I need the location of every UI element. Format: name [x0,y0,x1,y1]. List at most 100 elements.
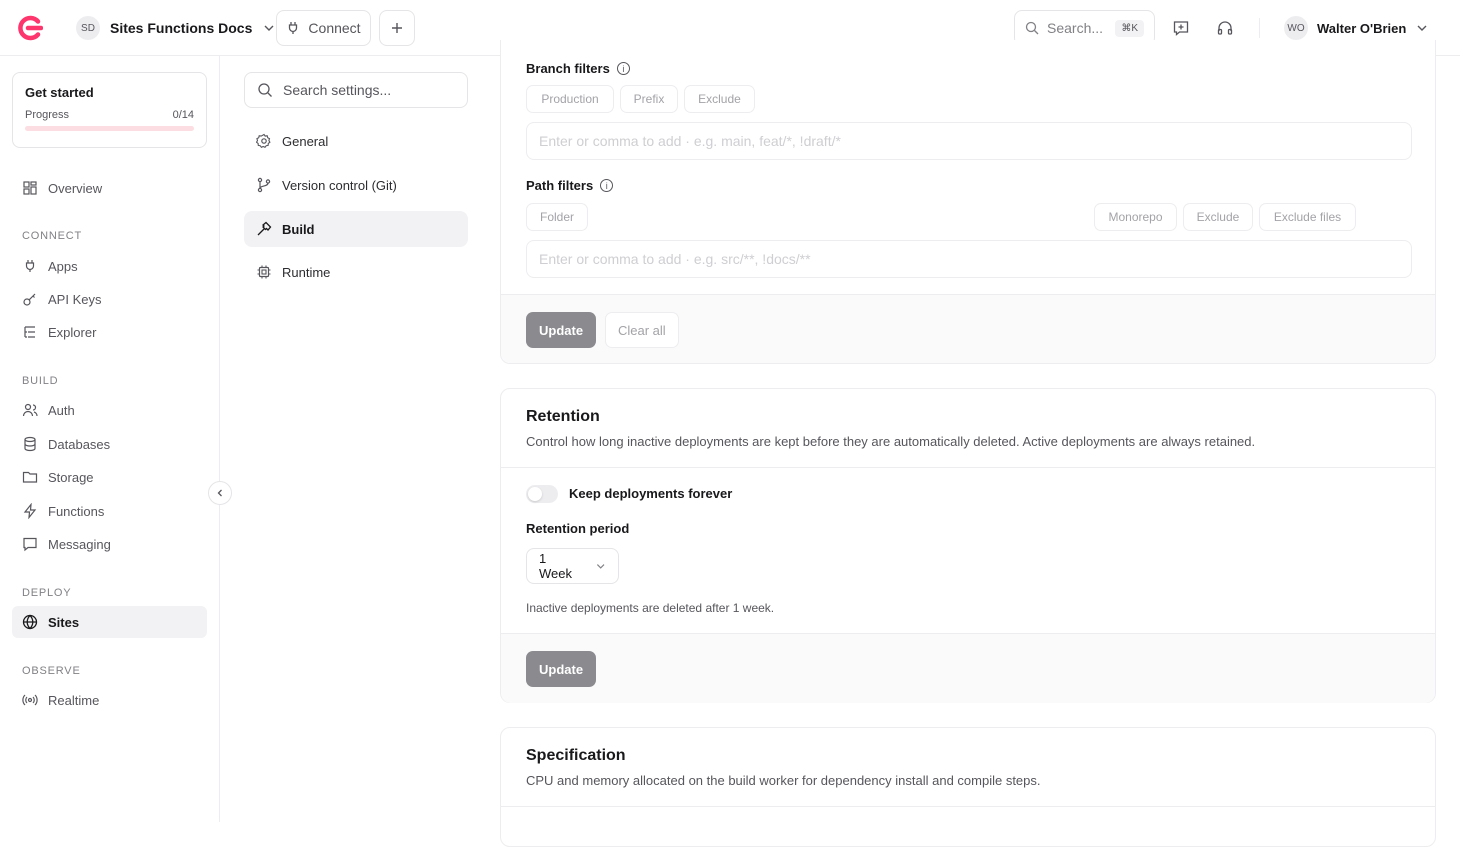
dashboard-icon [23,181,37,195]
divider [1259,18,1260,38]
chip-folder[interactable]: Folder [526,203,588,231]
retention-period-value: 1 Week [539,551,572,581]
settings-nav-build[interactable]: Build [244,211,468,247]
collapse-sidebar-button[interactable] [208,481,232,505]
path-filters-label: Path filters i [526,178,614,193]
sidebar-item-label: Realtime [48,692,100,708]
chip-exclude[interactable]: Exclude [684,85,755,113]
feedback-button[interactable] [1169,16,1193,40]
specification-title: Specification [526,747,626,764]
get-started-card[interactable]: Get started Progress 0/14 [12,72,207,148]
search-icon [1025,21,1039,35]
connect-label: Connect [308,20,361,36]
path-filters-input[interactable] [526,240,1412,278]
gear-icon [256,133,271,148]
folder-icon [22,471,38,483]
users-icon [22,403,38,417]
clear-all-button[interactable]: Clear all [605,312,679,348]
sidebar-item-auth[interactable]: Auth [12,394,207,426]
sidebar-item-databases[interactable]: Databases [12,428,207,460]
search-placeholder: Search... [1047,20,1104,36]
settings-search-input[interactable] [283,82,453,98]
sidebar-item-overview[interactable]: Overview [12,172,207,204]
plus-icon [392,23,402,33]
chip-prefix[interactable]: Prefix [620,85,678,113]
section-heading-deploy: DEPLOY [22,587,72,599]
sidebar-item-api-keys[interactable]: API Keys [12,283,207,315]
appwrite-logo-icon[interactable] [17,15,43,41]
info-icon[interactable]: i [616,62,630,75]
retention-period-label: Retention period [526,521,630,536]
chevron-down-icon [1417,25,1427,31]
cpu-icon [257,265,271,279]
chip-monorepo[interactable]: Monorepo [1094,203,1177,231]
chip-exclude-files[interactable]: Exclude files [1259,203,1356,231]
section-heading-observe: OBSERVE [22,665,81,677]
sidebar: Get started Progress 0/14 Overview CONNE… [0,56,220,822]
progress-label: Progress [25,109,70,121]
filters-footer: Update Clear all [501,294,1435,363]
divider [501,806,1435,807]
support-button[interactable] [1213,16,1237,40]
user-avatar: WO [1284,16,1308,40]
update-button[interactable]: Update [526,651,597,687]
user-menu[interactable]: WO Walter O'Brien [1284,14,1429,42]
message-plus-icon [1173,21,1189,36]
sidebar-item-explorer[interactable]: Explorer [12,316,207,348]
settings-nav-label: Runtime [282,264,331,280]
sidebar-item-storage[interactable]: Storage [12,461,207,493]
settings-nav-version-control[interactable]: Version control (Git) [244,167,468,203]
sidebar-item-messaging[interactable]: Messaging [12,528,207,560]
keep-forever-label: Keep deployments forever [569,486,733,501]
lightning-icon [23,503,37,519]
sidebar-item-apps[interactable]: Apps [12,250,207,282]
settings-search[interactable] [244,72,468,108]
sidebar-item-label: Messaging [48,536,111,552]
search-icon [258,83,272,97]
list-tree-icon [24,326,35,338]
update-button[interactable]: Update [526,312,597,348]
plug-icon [25,260,35,272]
sidebar-item-label: API Keys [48,291,102,307]
message-icon [23,537,37,552]
sidebar-item-label: Storage [48,469,94,485]
settings-nav-label: Version control (Git) [282,177,397,193]
get-started-title: Get started [25,85,94,100]
chip-production[interactable]: Production [526,85,614,113]
settings-nav-label: Build [282,221,315,237]
keep-forever-toggle[interactable] [526,485,558,503]
plug-icon [289,22,298,34]
settings-nav-runtime[interactable]: Runtime [244,254,468,290]
filters-card: Branch filters i Production Prefix Exclu… [500,40,1436,364]
add-button[interactable] [379,10,415,46]
settings-nav-label: General [282,133,329,149]
chevron-left-icon [217,489,222,497]
sidebar-item-sites[interactable]: Sites [12,606,207,638]
sidebar-item-realtime[interactable]: Realtime [12,684,207,716]
retention-description: Control how long inactive deployments ar… [526,434,1256,449]
user-name: Walter O'Brien [1317,20,1407,36]
project-switcher[interactable]: SD Sites Functions Docs [76,14,276,42]
chip-exclude-path[interactable]: Exclude [1183,203,1253,231]
branch-filters-text: Branch filters [526,61,610,76]
info-icon[interactable]: i [600,179,614,192]
path-filters-text: Path filters [526,178,594,193]
divider [501,467,1435,468]
sidebar-item-label: Sites [48,614,80,630]
sidebar-item-functions[interactable]: Functions [12,495,207,527]
connect-button[interactable]: Connect [276,10,371,46]
retention-period-select[interactable]: 1 Week [526,548,619,584]
branch-filters-input[interactable] [526,122,1412,160]
settings-nav-general[interactable]: General [244,123,468,159]
section-heading-connect: CONNECT [22,230,82,242]
chevron-down-icon [596,564,605,569]
sidebar-item-label: Databases [48,436,111,452]
progress-value: 0/14 [172,109,194,121]
specification-description: CPU and memory allocated on the build wo… [526,773,1041,788]
key-icon [23,293,36,306]
branch-filters-label: Branch filters i [526,61,630,76]
project-avatar: SD [76,16,100,40]
section-heading-build: BUILD [22,375,59,387]
retention-card: Retention Control how long inactive depl… [500,388,1436,703]
specification-card: Specification CPU and memory allocated o… [500,727,1436,847]
